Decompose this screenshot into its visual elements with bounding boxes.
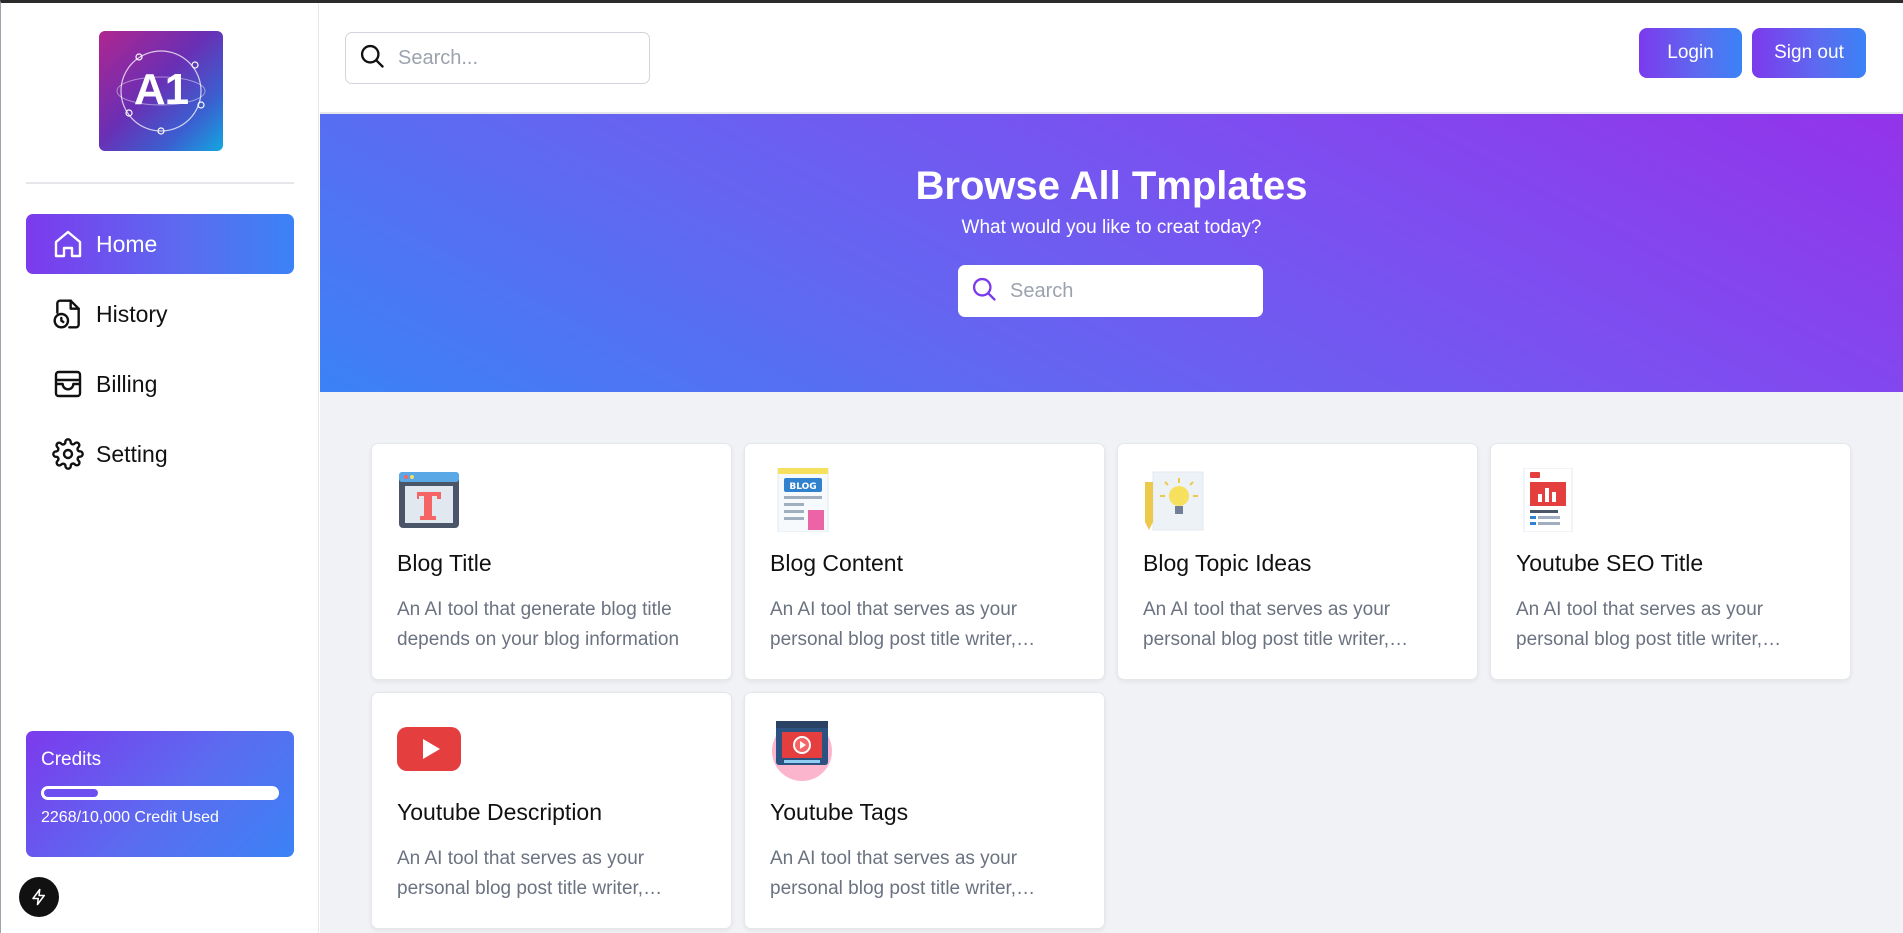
template-card-title: Youtube Tags [770,799,909,825]
template-card-description: An AI tool that generate blog title depe… [397,599,680,650]
credits-title: Credits [41,749,102,770]
home-icon [52,228,84,260]
app-logo[interactable]: A1 [99,31,223,151]
sidebar-item-history[interactable]: History [26,284,294,344]
template-card-title: Youtube SEO Title [1516,550,1704,576]
logo-text: A1 [133,65,189,114]
video-tags-icon [770,717,834,781]
lightbulb-idea-icon [1143,468,1207,532]
template-card-youtube-description[interactable]: Youtube Description An AI tool that serv… [371,692,732,929]
template-search-box[interactable] [958,265,1263,317]
template-card-youtube-seo-title[interactable]: Youtube SEO Title An AI tool that serves… [1490,443,1851,680]
template-grid: Blog Title An AI tool that generate blog… [371,443,1851,929]
login-button[interactable]: Login [1639,28,1742,78]
sidebar-item-label: Billing [96,370,158,397]
credits-progress-bar [41,786,279,800]
credits-panel: Credits 2268/10,000 Credit Used [26,731,294,857]
template-card-description: An AI tool that serves as your personal … [397,848,645,899]
sidebar-item-setting[interactable]: Setting [26,424,294,484]
top-header: Login Sign out [320,3,1903,114]
lightning-bolt-icon[interactable] [19,877,59,917]
credits-used-text: 2268/10,000 Credit Used [41,809,219,826]
template-search-input[interactable] [1010,279,1250,303]
svg-text:BLOG: BLOG [789,482,816,492]
billing-icon [52,368,84,400]
sidebar-item-label: History [96,300,168,327]
sidebar-divider [26,182,294,184]
template-card-youtube-tags[interactable]: Youtube Tags An AI tool that serves as y… [744,692,1105,929]
template-card-blog-title[interactable]: Blog Title An AI tool that generate blog… [371,443,732,680]
seo-chart-icon [1516,467,1580,533]
template-card-description: An AI tool that serves as your personal … [1516,599,1764,650]
search-icon [970,275,998,308]
template-card-description: An AI tool that serves as your personal … [1143,599,1391,650]
hero-banner: Browse All Tmplates What would you like … [320,114,1903,392]
template-card-description: An AI tool that serves as your personal … [770,599,1018,650]
credits-progress-fill [44,789,98,797]
template-card-title: Blog Title [397,550,492,576]
header-search-box[interactable] [345,32,650,84]
search-icon [358,42,386,75]
header-search-input[interactable] [398,46,638,70]
history-icon [52,298,84,330]
blog-content-icon: BLOG [770,467,834,533]
sidebar-item-billing[interactable]: Billing [26,354,294,414]
sign-out-button[interactable]: Sign out [1752,28,1866,78]
hero-subtitle: What would you like to creat today? [961,217,1262,238]
template-card-title: Blog Content [770,550,903,576]
sidebar-item-label: Home [96,230,158,257]
blog-title-icon [397,468,461,532]
template-content-area: Blog Title An AI tool that generate blog… [320,392,1903,933]
sidebar-item-home[interactable]: Home [26,214,294,274]
youtube-icon [397,717,461,781]
sidebar: A1 Home History Billing Setting Credits … [1,3,319,933]
template-card-title: Blog Topic Ideas [1143,550,1312,576]
sidebar-nav: Home History Billing Setting [26,214,294,494]
template-card-blog-topic-ideas[interactable]: Blog Topic Ideas An AI tool that serves … [1117,443,1478,680]
template-card-description: An AI tool that serves as your personal … [770,848,1018,899]
hero-title: Browse All Tmplates [915,164,1308,208]
sidebar-item-label: Setting [96,440,168,467]
template-card-blog-content[interactable]: BLOG Blog Content An AI tool that serves… [744,443,1105,680]
template-card-title: Youtube Description [397,799,603,825]
gear-icon [52,438,84,470]
